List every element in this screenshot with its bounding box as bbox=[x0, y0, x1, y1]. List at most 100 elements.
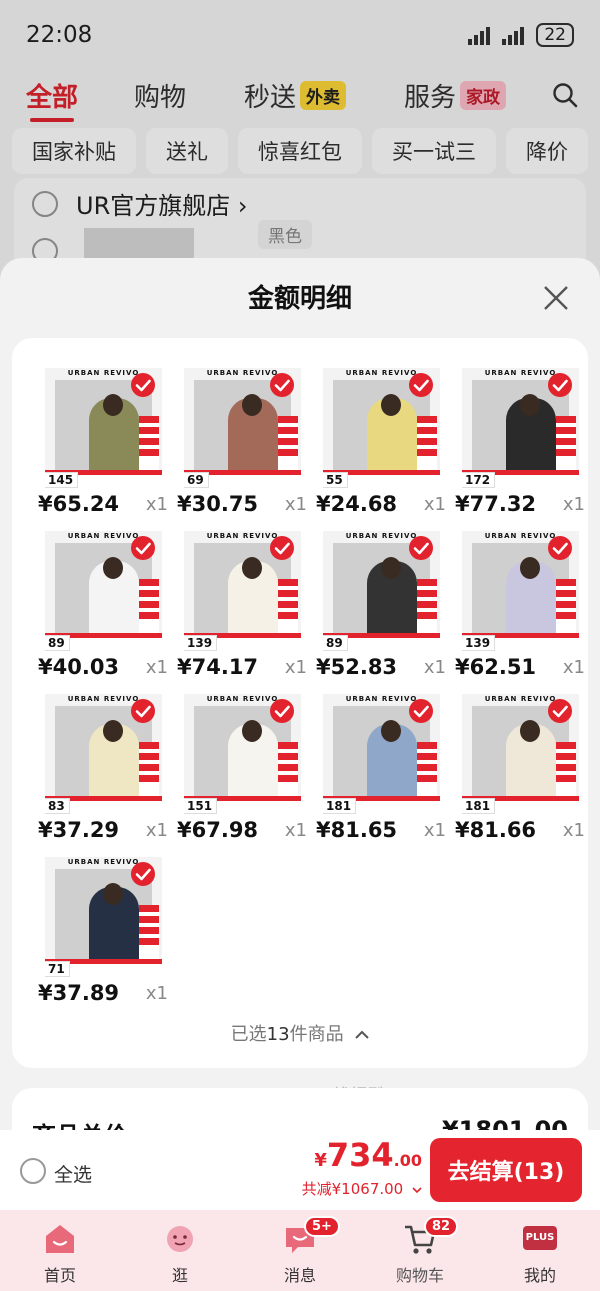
price-badge: 145 bbox=[45, 472, 79, 488]
product-qty: x1 bbox=[145, 657, 168, 678]
price-badge: 89 bbox=[323, 635, 348, 651]
sheet-title: 金额明细 bbox=[247, 284, 352, 314]
promo-tags bbox=[417, 742, 437, 796]
model-head bbox=[242, 720, 262, 742]
product-price: ¥65.24 bbox=[38, 492, 120, 516]
nav-mine[interactable]: PLUS 我的 bbox=[480, 1210, 600, 1291]
promo-tags bbox=[417, 579, 437, 633]
product-price: ¥81.66 bbox=[455, 818, 537, 842]
nav-browse[interactable]: 逛 bbox=[120, 1210, 240, 1291]
check-icon[interactable] bbox=[130, 535, 156, 561]
model-head bbox=[103, 394, 123, 416]
close-icon[interactable] bbox=[542, 284, 570, 312]
check-icon[interactable] bbox=[547, 372, 573, 398]
product-item[interactable]: URBAN REVIVO 69 ¥30.75 x1 bbox=[177, 368, 307, 523]
product-item[interactable]: URBAN REVIVO 55 ¥24.68 x1 bbox=[316, 368, 446, 523]
chevron-up-icon bbox=[355, 1030, 370, 1039]
nav-messages[interactable]: 5+ 消息 bbox=[240, 1210, 360, 1291]
model-head bbox=[103, 720, 123, 742]
check-icon[interactable] bbox=[408, 372, 434, 398]
product-image: URBAN REVIVO 89 bbox=[45, 531, 162, 651]
selected-products-card: URBAN REVIVO 145 ¥65.24 x1 URBAN REVIVO 69 ¥30… bbox=[12, 338, 588, 1107]
promo-tags bbox=[278, 416, 298, 470]
product-item[interactable]: URBAN REVIVO 89 ¥40.03 x1 bbox=[38, 531, 168, 686]
promo-tags bbox=[278, 579, 298, 633]
nav-messages-label: 消息 bbox=[283, 1266, 316, 1285]
price-badge: 89 bbox=[45, 635, 70, 651]
promo-tags bbox=[139, 579, 159, 633]
checkout-button[interactable]: 去结算(13) bbox=[430, 1138, 582, 1202]
browse-icon bbox=[167, 1226, 193, 1252]
nav-browse-label: 逛 bbox=[171, 1266, 188, 1285]
product-image: URBAN REVIVO 139 bbox=[184, 531, 301, 651]
total-value: ¥1801.00 bbox=[441, 1116, 568, 1130]
product-price: ¥37.89 bbox=[38, 981, 120, 1005]
product-image: URBAN REVIVO 139 bbox=[462, 531, 579, 651]
product-item[interactable]: URBAN REVIVO 181 ¥81.65 x1 bbox=[316, 694, 446, 849]
price-badge: 69 bbox=[184, 472, 209, 488]
price-badge: 139 bbox=[184, 635, 218, 651]
product-item[interactable]: URBAN REVIVO 172 ¥77.32 x1 bbox=[455, 368, 585, 523]
pay-amount: ¥734.00 bbox=[314, 1136, 422, 1174]
total-label: 商品总价 bbox=[32, 1116, 128, 1130]
check-icon[interactable] bbox=[269, 698, 295, 724]
check-icon[interactable] bbox=[408, 535, 434, 561]
price-badge: 172 bbox=[462, 472, 496, 488]
product-price: ¥37.29 bbox=[38, 818, 120, 842]
check-icon[interactable] bbox=[130, 372, 156, 398]
dim-overlay[interactable] bbox=[0, 0, 600, 300]
product-item[interactable]: URBAN REVIVO 145 ¥65.24 x1 bbox=[38, 368, 168, 523]
check-icon[interactable] bbox=[269, 372, 295, 398]
check-icon[interactable] bbox=[269, 535, 295, 561]
nav-cart[interactable]: 82 购物车 bbox=[360, 1210, 480, 1291]
product-item[interactable]: URBAN REVIVO 151 ¥67.98 x1 bbox=[177, 694, 307, 849]
price-badge: 181 bbox=[323, 798, 357, 814]
product-image: URBAN REVIVO 181 bbox=[462, 694, 579, 814]
product-item[interactable]: URBAN REVIVO 89 ¥52.83 x1 bbox=[316, 531, 446, 686]
promo-tags bbox=[556, 742, 576, 796]
model-head bbox=[381, 720, 401, 742]
product-qty: x1 bbox=[562, 820, 585, 841]
check-icon[interactable] bbox=[547, 698, 573, 724]
promo-tags bbox=[556, 579, 576, 633]
nav-cart-label: 购物车 bbox=[395, 1266, 444, 1285]
selected-count[interactable]: 已选13件商品 bbox=[12, 1020, 588, 1046]
discount-detail[interactable]: 共减¥1067.00 bbox=[302, 1178, 422, 1199]
product-item[interactable]: URBAN REVIVO 71 ¥37.89 x1 bbox=[38, 857, 168, 1012]
model-head bbox=[103, 557, 123, 579]
product-item[interactable]: URBAN REVIVO 83 ¥37.29 x1 bbox=[38, 694, 168, 849]
select-all-radio[interactable] bbox=[20, 1158, 46, 1184]
product-price: ¥40.03 bbox=[38, 655, 120, 679]
check-icon[interactable] bbox=[547, 535, 573, 561]
model-head bbox=[242, 394, 262, 416]
product-price: ¥24.68 bbox=[316, 492, 398, 516]
nav-home[interactable]: 首页 bbox=[0, 1210, 120, 1291]
product-qty: x1 bbox=[145, 820, 168, 841]
cart-badge: 82 bbox=[424, 1216, 459, 1237]
check-icon[interactable] bbox=[130, 698, 156, 724]
promo-tags bbox=[139, 416, 159, 470]
product-image: URBAN REVIVO 89 bbox=[323, 531, 440, 651]
select-all-label[interactable]: 全选 bbox=[54, 1160, 92, 1187]
promo-tags bbox=[139, 905, 159, 959]
promo-tags bbox=[556, 416, 576, 470]
chevron-down-icon bbox=[412, 1186, 422, 1193]
product-qty: x1 bbox=[284, 494, 307, 515]
selected-count-number: 13 bbox=[266, 1024, 290, 1045]
check-icon[interactable] bbox=[408, 698, 434, 724]
product-price: ¥30.75 bbox=[177, 492, 259, 516]
product-price: ¥52.83 bbox=[316, 655, 398, 679]
product-qty: x1 bbox=[284, 820, 307, 841]
product-image: URBAN REVIVO 151 bbox=[184, 694, 301, 814]
product-item[interactable]: URBAN REVIVO 181 ¥81.66 x1 bbox=[455, 694, 585, 849]
messages-badge: 5+ bbox=[304, 1216, 340, 1237]
promo-tags bbox=[139, 742, 159, 796]
product-price: ¥67.98 bbox=[177, 818, 259, 842]
promo-tags bbox=[278, 742, 298, 796]
home-icon bbox=[46, 1225, 74, 1253]
check-icon[interactable] bbox=[130, 861, 156, 887]
product-item[interactable]: URBAN REVIVO 139 ¥62.51 x1 bbox=[455, 531, 585, 686]
product-item[interactable]: URBAN REVIVO 139 ¥74.17 x1 bbox=[177, 531, 307, 686]
total-card: 商品总价 ¥1801.00 bbox=[12, 1088, 588, 1130]
model-head bbox=[520, 720, 540, 742]
